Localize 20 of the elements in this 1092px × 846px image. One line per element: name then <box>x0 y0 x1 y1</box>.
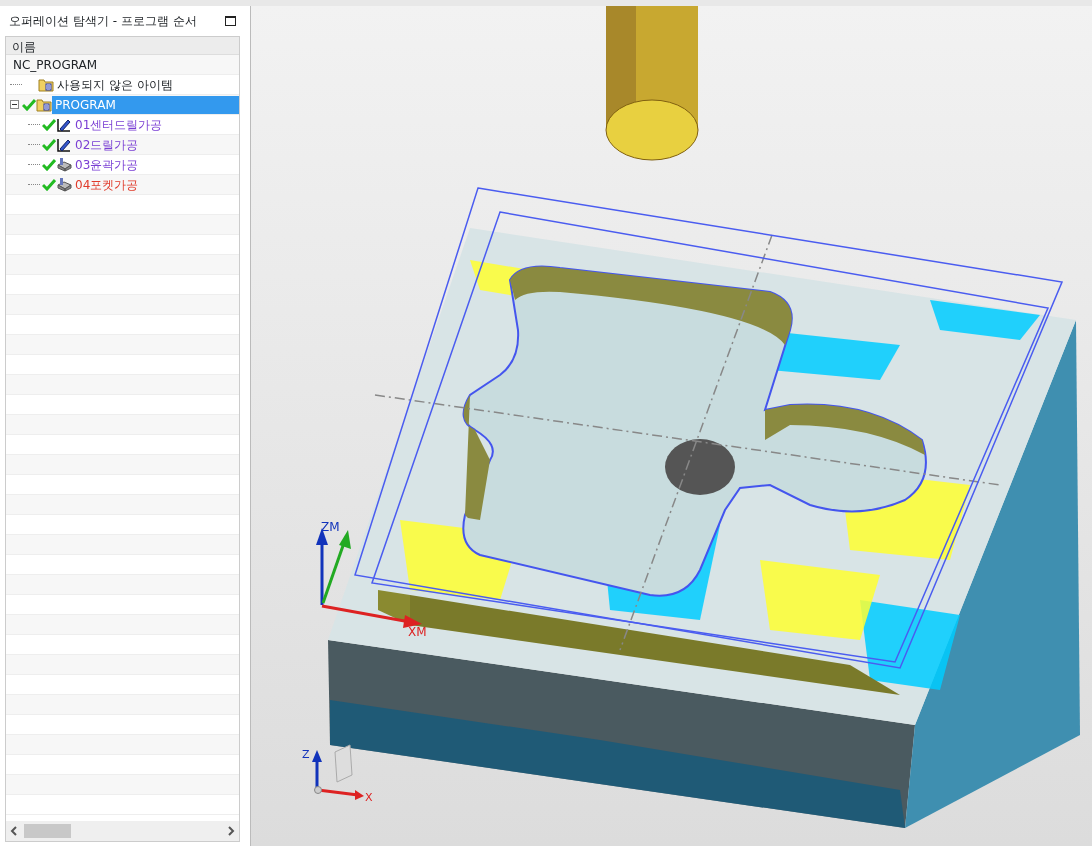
panel-title: 오퍼레이션 탐색기 - 프로그램 순서 <box>9 13 197 30</box>
axis-label: X <box>365 791 373 804</box>
axis-label: XM <box>408 625 427 639</box>
tree-item[interactable]: 사용되지 않은 아이템 <box>54 75 176 94</box>
axis-label: ZM <box>321 520 340 534</box>
scroll-right-icon[interactable] <box>227 826 235 836</box>
maximize-icon[interactable] <box>225 16 236 26</box>
pencil-icon <box>56 117 72 132</box>
tree-item[interactable]: 01센터드릴가공 <box>72 115 166 134</box>
cutter-block-icon <box>56 177 72 192</box>
column-header[interactable]: 이름 <box>6 37 239 55</box>
tree-item[interactable]: 03윤곽가공 <box>72 155 142 174</box>
collapse-toggle[interactable] <box>10 100 19 109</box>
scroll-left-icon[interactable] <box>10 826 18 836</box>
cutter-block-icon <box>56 157 72 172</box>
folder-icon <box>38 77 54 92</box>
pencil-icon <box>56 137 72 152</box>
scrollbar-thumb[interactable] <box>24 824 71 838</box>
horizontal-scrollbar[interactable] <box>6 821 239 841</box>
axis-label: Z <box>302 748 310 761</box>
